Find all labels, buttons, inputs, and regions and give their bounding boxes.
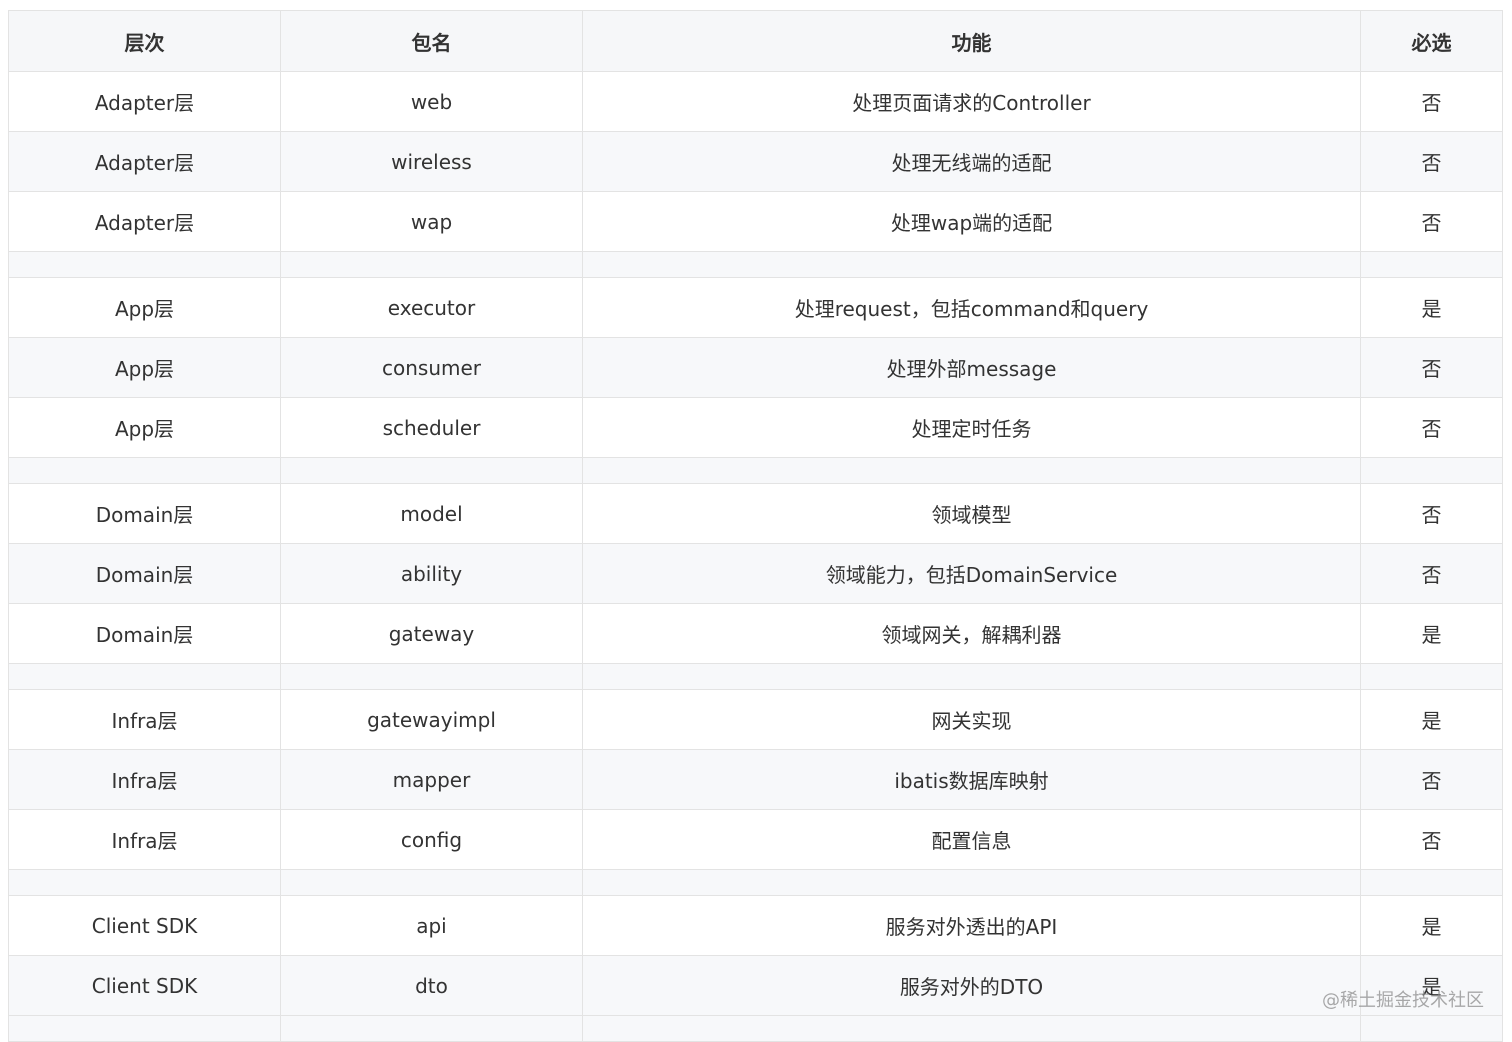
- cell-layer: Infra层: [8, 689, 281, 750]
- cell-function: 处理request，包括command和query: [582, 277, 1361, 338]
- cell-function: 处理无线端的适配: [582, 131, 1361, 192]
- cell-required: 否: [1360, 71, 1503, 132]
- cell-package: model: [280, 483, 583, 544]
- spacer-row: [8, 251, 1503, 278]
- table-row: Domain层 gateway 领域网关，解耦利器 是: [8, 603, 1503, 664]
- spacer-row: [8, 1015, 1503, 1042]
- table-row: App层 consumer 处理外部message 否: [8, 337, 1503, 398]
- cell-required: 否: [1360, 337, 1503, 398]
- cell-required: 否: [1360, 191, 1503, 252]
- cell-required: 否: [1360, 397, 1503, 458]
- cell-layer: Adapter层: [8, 191, 281, 252]
- header-function: 功能: [582, 10, 1361, 72]
- table-row: Domain层 ability 领域能力，包括DomainService 否: [8, 543, 1503, 604]
- table-row: Client SDK api 服务对外透出的API 是: [8, 895, 1503, 956]
- package-structure-table: 层次 包名 功能 必选 Adapter层 web 处理页面请求的Controll…: [8, 10, 1503, 1042]
- cell-function: ibatis数据库映射: [582, 749, 1361, 810]
- cell-function: 处理外部message: [582, 337, 1361, 398]
- cell-layer: Domain层: [8, 543, 281, 604]
- table-row: Domain层 model 领域模型 否: [8, 483, 1503, 544]
- cell-package: gateway: [280, 603, 583, 664]
- table-row: Client SDK dto 服务对外的DTO 是: [8, 955, 1503, 1016]
- cell-layer: App层: [8, 397, 281, 458]
- spacer-row: [8, 663, 1503, 690]
- cell-required: 是: [1360, 689, 1503, 750]
- cell-layer: Client SDK: [8, 955, 281, 1016]
- cell-required: 否: [1360, 809, 1503, 870]
- table-row: Adapter层 web 处理页面请求的Controller 否: [8, 71, 1503, 132]
- cell-package: executor: [280, 277, 583, 338]
- cell-package: gatewayimpl: [280, 689, 583, 750]
- cell-function: 网关实现: [582, 689, 1361, 750]
- cell-layer: Domain层: [8, 483, 281, 544]
- cell-function: 领域模型: [582, 483, 1361, 544]
- cell-package: mapper: [280, 749, 583, 810]
- cell-layer: Adapter层: [8, 131, 281, 192]
- cell-layer: App层: [8, 337, 281, 398]
- spacer-row: [8, 457, 1503, 484]
- header-package: 包名: [280, 10, 583, 72]
- cell-function: 配置信息: [582, 809, 1361, 870]
- table-row: Infra层 config 配置信息 否: [8, 809, 1503, 870]
- cell-package: api: [280, 895, 583, 956]
- cell-package: scheduler: [280, 397, 583, 458]
- cell-function: 领域能力，包括DomainService: [582, 543, 1361, 604]
- cell-package: web: [280, 71, 583, 132]
- cell-layer: App层: [8, 277, 281, 338]
- cell-layer: Domain层: [8, 603, 281, 664]
- cell-required: 是: [1360, 277, 1503, 338]
- cell-package: config: [280, 809, 583, 870]
- table-row: Infra层 gatewayimpl 网关实现 是: [8, 689, 1503, 750]
- cell-function: 服务对外透出的API: [582, 895, 1361, 956]
- cell-required: 否: [1360, 483, 1503, 544]
- cell-required: 是: [1360, 955, 1503, 1016]
- cell-package: wireless: [280, 131, 583, 192]
- cell-function: 服务对外的DTO: [582, 955, 1361, 1016]
- spacer-row: [8, 869, 1503, 896]
- cell-layer: Infra层: [8, 809, 281, 870]
- table-row: App层 scheduler 处理定时任务 否: [8, 397, 1503, 458]
- package-table-container: 层次 包名 功能 必选 Adapter层 web 处理页面请求的Controll…: [8, 10, 1503, 1042]
- table-row: Infra层 mapper ibatis数据库映射 否: [8, 749, 1503, 810]
- cell-required: 否: [1360, 543, 1503, 604]
- table-row: App层 executor 处理request，包括command和query …: [8, 277, 1503, 338]
- header-required: 必选: [1360, 10, 1503, 72]
- cell-package: dto: [280, 955, 583, 1016]
- table-row: Adapter层 wireless 处理无线端的适配 否: [8, 131, 1503, 192]
- cell-layer: Infra层: [8, 749, 281, 810]
- cell-required: 是: [1360, 603, 1503, 664]
- cell-package: wap: [280, 191, 583, 252]
- cell-layer: Client SDK: [8, 895, 281, 956]
- header-row: 层次 包名 功能 必选: [8, 10, 1503, 72]
- cell-function: 处理定时任务: [582, 397, 1361, 458]
- cell-required: 是: [1360, 895, 1503, 956]
- cell-package: consumer: [280, 337, 583, 398]
- cell-function: 处理wap端的适配: [582, 191, 1361, 252]
- header-layer: 层次: [8, 10, 281, 72]
- table-row: Adapter层 wap 处理wap端的适配 否: [8, 191, 1503, 252]
- cell-layer: Adapter层: [8, 71, 281, 132]
- cell-required: 否: [1360, 749, 1503, 810]
- cell-function: 处理页面请求的Controller: [582, 71, 1361, 132]
- cell-required: 否: [1360, 131, 1503, 192]
- cell-function: 领域网关，解耦利器: [582, 603, 1361, 664]
- cell-package: ability: [280, 543, 583, 604]
